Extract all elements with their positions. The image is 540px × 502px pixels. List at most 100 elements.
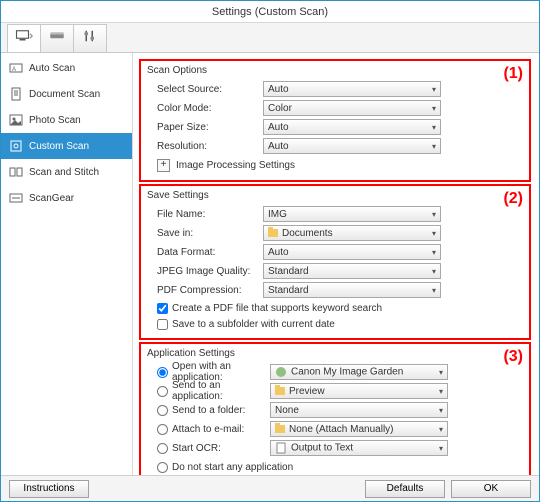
data-format-label: Data Format: xyxy=(147,247,263,258)
send-to-folder-radio[interactable] xyxy=(157,405,168,416)
attach-email-label: Attach to e-mail: xyxy=(172,424,270,435)
paper-size-label: Paper Size: xyxy=(147,122,263,133)
chevron-down-icon: ▾ xyxy=(439,387,443,396)
tab-scan-from-panel[interactable] xyxy=(40,24,74,52)
photo-icon xyxy=(9,113,23,127)
group-application-settings: (3) Application Settings Open with an ap… xyxy=(139,342,531,475)
send-to-folder-label: Send to a folder: xyxy=(172,405,270,416)
sidebar-item-label: Photo Scan xyxy=(29,115,81,126)
text-icon xyxy=(275,442,287,454)
start-ocr-radio[interactable] xyxy=(157,443,168,454)
select-source-dropdown[interactable]: Auto▾ xyxy=(263,81,441,97)
start-ocr-dropdown[interactable]: Output to Text▾ xyxy=(270,440,448,456)
do-not-start-label: Do not start any application xyxy=(172,462,293,473)
image-processing-expander[interactable]: + Image Processing Settings xyxy=(147,156,523,174)
tab-general-settings[interactable] xyxy=(73,24,107,52)
data-format-dropdown[interactable]: Auto▾ xyxy=(263,244,441,260)
chevron-down-icon: ▾ xyxy=(439,406,443,415)
select-source-label: Select Source: xyxy=(147,84,263,95)
color-mode-dropdown[interactable]: Color▾ xyxy=(263,100,441,116)
main-panel: (1) Scan Options Select Source:Auto▾ Col… xyxy=(133,53,539,475)
sidebar-item-label: Auto Scan xyxy=(29,63,75,74)
pdf-keyword-search-checkbox[interactable] xyxy=(157,303,168,314)
paper-size-dropdown[interactable]: Auto▾ xyxy=(263,119,441,135)
save-in-label: Save in: xyxy=(147,228,263,239)
callout-2: (2) xyxy=(503,190,523,208)
auto-scan-icon: A xyxy=(9,61,23,75)
document-icon xyxy=(9,87,23,101)
image-processing-label: Image Processing Settings xyxy=(176,160,295,171)
chevron-down-icon: ▾ xyxy=(432,286,436,295)
mail-icon xyxy=(275,425,285,433)
callout-1: (1) xyxy=(503,65,523,83)
pdf-compression-label: PDF Compression: xyxy=(147,285,263,296)
resolution-dropdown[interactable]: Auto▾ xyxy=(263,138,441,154)
send-to-app-label: Send to an application: xyxy=(172,380,270,402)
chevron-down-icon: ▾ xyxy=(432,267,436,276)
chevron-down-icon: ▾ xyxy=(439,444,443,453)
chevron-down-icon: ▾ xyxy=(439,368,443,377)
chevron-down-icon: ▾ xyxy=(432,142,436,151)
scangear-icon xyxy=(9,191,23,205)
sidebar-item-photo-scan[interactable]: Photo Scan xyxy=(1,107,132,133)
instructions-button[interactable]: Instructions xyxy=(9,480,89,498)
chevron-down-icon: ▾ xyxy=(432,248,436,257)
custom-scan-icon xyxy=(9,139,23,153)
sidebar-item-scangear[interactable]: ScanGear xyxy=(1,185,132,211)
plus-icon: + xyxy=(157,159,170,172)
scan-options-heading: Scan Options xyxy=(147,65,523,76)
chevron-down-icon: ▾ xyxy=(432,123,436,132)
open-with-app-radio[interactable] xyxy=(157,367,168,378)
folder-icon xyxy=(268,229,278,237)
sidebar-item-label: ScanGear xyxy=(29,193,74,204)
sidebar-item-auto-scan[interactable]: A Auto Scan xyxy=(1,55,132,81)
callout-3: (3) xyxy=(503,348,523,366)
ok-button[interactable]: OK xyxy=(451,480,531,498)
chevron-down-icon: ▾ xyxy=(432,229,436,238)
window-title: Settings (Custom Scan) xyxy=(1,1,539,23)
color-mode-label: Color Mode: xyxy=(147,103,263,114)
app-settings-heading: Application Settings xyxy=(147,348,523,359)
sidebar-item-document-scan[interactable]: Document Scan xyxy=(1,81,132,107)
chevron-down-icon: ▾ xyxy=(432,104,436,113)
send-to-app-radio[interactable] xyxy=(157,386,168,397)
sidebar: A Auto Scan Document Scan Photo Scan Cust… xyxy=(1,53,133,475)
do-not-start-radio[interactable] xyxy=(157,462,168,473)
save-subfolder-checkbox[interactable] xyxy=(157,319,168,330)
canon-app-icon xyxy=(275,366,287,378)
open-with-app-dropdown[interactable]: Canon My Image Garden▾ xyxy=(270,364,448,380)
start-ocr-label: Start OCR: xyxy=(172,443,270,454)
send-to-app-dropdown[interactable]: Preview▾ xyxy=(270,383,448,399)
sidebar-item-scan-and-stitch[interactable]: Scan and Stitch xyxy=(1,159,132,185)
defaults-button[interactable]: Defaults xyxy=(365,480,445,498)
attach-email-radio[interactable] xyxy=(157,424,168,435)
save-in-dropdown[interactable]: Documents▾ xyxy=(263,225,441,241)
jpeg-quality-dropdown[interactable]: Standard▾ xyxy=(263,263,441,279)
jpeg-quality-label: JPEG Image Quality: xyxy=(147,266,263,277)
top-tabstrip xyxy=(1,23,539,53)
scanner-icon xyxy=(48,29,66,48)
send-to-folder-dropdown[interactable]: None▾ xyxy=(270,402,448,418)
stitch-icon xyxy=(9,165,23,179)
tab-scan-from-computer[interactable] xyxy=(7,24,41,52)
sliders-icon xyxy=(81,29,99,48)
pdf-keyword-search-label: Create a PDF file that supports keyword … xyxy=(172,303,382,314)
group-save-settings: (2) Save Settings File Name:IMG▾ Save in… xyxy=(139,184,531,340)
sidebar-item-label: Custom Scan xyxy=(29,141,89,152)
chevron-down-icon: ▾ xyxy=(432,85,436,94)
group-scan-options: (1) Scan Options Select Source:Auto▾ Col… xyxy=(139,59,531,182)
resolution-label: Resolution: xyxy=(147,141,263,152)
chevron-down-icon: ▾ xyxy=(439,425,443,434)
pdf-compression-dropdown[interactable]: Standard▾ xyxy=(263,282,441,298)
file-name-label: File Name: xyxy=(147,209,263,220)
file-name-combo[interactable]: IMG▾ xyxy=(263,206,441,222)
dialog-footer: Instructions Defaults OK xyxy=(1,475,539,501)
attach-email-dropdown[interactable]: None (Attach Manually)▾ xyxy=(270,421,448,437)
chevron-down-icon: ▾ xyxy=(432,210,436,219)
sidebar-item-label: Document Scan xyxy=(29,89,100,100)
save-subfolder-label: Save to a subfolder with current date xyxy=(172,319,335,330)
sidebar-item-custom-scan[interactable]: Custom Scan xyxy=(1,133,132,159)
monitor-icon xyxy=(15,29,33,48)
svg-text:A: A xyxy=(12,67,16,73)
preview-icon xyxy=(275,387,285,395)
